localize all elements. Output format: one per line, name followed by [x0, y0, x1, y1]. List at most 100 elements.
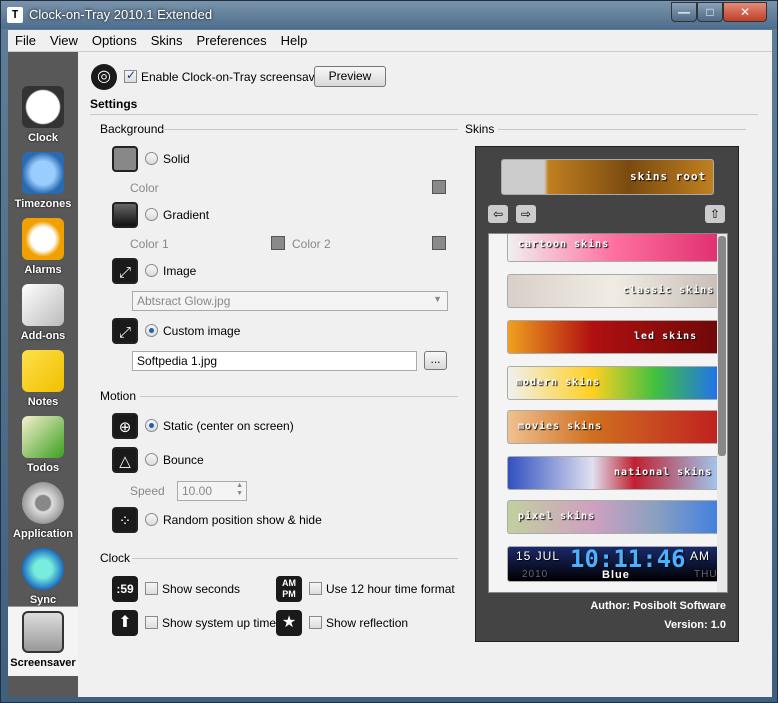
solid-radio[interactable]	[145, 152, 158, 165]
maximize-button[interactable]: □	[697, 2, 723, 22]
custom-image-label: Custom image	[163, 324, 241, 338]
background-heading: Background	[100, 122, 165, 136]
client-area: Clock Timezones Alarms Add-ons Notes Tod…	[8, 52, 772, 697]
color2-label: Color 2	[292, 237, 331, 251]
image-radio[interactable]	[145, 264, 158, 277]
bounce-motion-icon: △	[112, 447, 138, 473]
title-bar[interactable]: T Clock-on-Tray 2010.1 Extended — □ ✕	[1, 1, 777, 29]
sidebar-item-application[interactable]: Application	[8, 478, 78, 544]
forward-arrow-icon[interactable]: ⇨	[516, 205, 536, 223]
home-up-icon[interactable]: ⇧	[705, 205, 725, 223]
solid-label: Solid	[163, 152, 190, 166]
skin-label: modern skins	[516, 377, 601, 388]
menu-options[interactable]: Options	[85, 30, 144, 51]
random-radio[interactable]	[145, 513, 158, 526]
clock-icon	[22, 86, 64, 128]
static-motion-icon: ⊕	[112, 413, 138, 439]
speed-value: 10.00	[182, 484, 213, 498]
globe-icon	[22, 548, 64, 590]
color2-swatch[interactable]	[432, 236, 446, 250]
skins-root-button[interactable]: skins root	[501, 159, 714, 195]
skins-divider	[498, 129, 746, 130]
skins-scrollbar[interactable]	[717, 234, 727, 592]
random-position-icon: ⁘	[112, 507, 138, 533]
sidebar-item-notes[interactable]: Notes	[8, 346, 78, 412]
gear-icon	[22, 482, 64, 524]
sidebar-item-clock[interactable]: Clock	[8, 82, 78, 148]
motion-heading: Motion	[100, 389, 137, 403]
skin-pixel[interactable]: pixel skins	[507, 500, 720, 534]
clock-heading: Clock	[100, 551, 131, 565]
sidebar-item-label: Timezones	[14, 198, 72, 210]
close-button[interactable]: ✕	[723, 2, 767, 22]
twelve-hour-checkbox[interactable]	[309, 582, 322, 595]
color-swatch[interactable]	[432, 180, 446, 194]
skins-list[interactable]: cartoon skins classic skins led skins mo…	[488, 233, 728, 593]
show-reflection-checkbox[interactable]	[309, 616, 322, 629]
gradient-radio[interactable]	[145, 208, 158, 221]
skin-classic[interactable]: classic skins	[507, 274, 720, 308]
sidebar-item-alarms[interactable]: Alarms	[8, 214, 78, 280]
skin-modern[interactable]: modern skins	[507, 366, 720, 400]
menu-skins[interactable]: Skins	[144, 30, 190, 51]
ampm-icon: AM PM	[276, 576, 302, 602]
alarm-clock-icon	[22, 218, 64, 260]
skin-label: pixel skins	[518, 511, 596, 522]
skin-blue-preview[interactable]: 15 JUL 10:11:46 AM 2010 THU Blue	[507, 545, 720, 582]
show-seconds-label: Show seconds	[162, 582, 241, 596]
sidebar-item-label: Notes	[27, 396, 59, 408]
sidebar-item-screensaver[interactable]: Screensaver	[8, 606, 78, 676]
bounce-radio[interactable]	[145, 453, 158, 466]
preview-day: THU	[694, 569, 718, 580]
preview-date: 15 JUL	[516, 549, 561, 563]
sidebar-item-label: Alarms	[24, 264, 62, 276]
menu-help[interactable]: Help	[274, 30, 315, 51]
preview-year: 2010	[522, 569, 549, 580]
seconds-icon: :59	[112, 576, 138, 602]
sidebar-item-add-ons[interactable]: Add-ons	[8, 280, 78, 346]
speed-stepper[interactable]: 10.00 ▲ ▼	[177, 481, 247, 501]
clock-divider	[132, 558, 458, 559]
dice-icon	[22, 284, 64, 326]
skin-movies[interactable]: movies skins	[507, 410, 720, 444]
menu-view[interactable]: View	[43, 30, 85, 51]
sidebar-item-sync[interactable]: Sync	[8, 544, 78, 610]
show-reflection-label: Show reflection	[326, 616, 409, 630]
menu-file[interactable]: File	[8, 30, 43, 51]
color1-swatch[interactable]	[271, 236, 285, 250]
image-select[interactable]: Abtsract Glow.jpg ▼	[132, 291, 448, 311]
custom-image-input[interactable]: Softpedia 1.jpg	[132, 351, 417, 371]
motion-divider	[140, 396, 458, 397]
sticky-note-icon	[22, 350, 64, 392]
image-background-icon: ⤢	[112, 258, 138, 284]
skin-author: Author: Posibolt Software	[590, 600, 726, 612]
browse-button[interactable]: ...	[424, 351, 447, 370]
enable-screensaver-label: Enable Clock-on-Tray screensaver	[141, 70, 326, 84]
app-window: T Clock-on-Tray 2010.1 Extended — □ ✕ Fi…	[0, 0, 778, 703]
static-label: Static (center on screen)	[163, 419, 294, 433]
enable-screensaver-checkbox[interactable]	[124, 68, 137, 83]
back-arrow-icon[interactable]: ⇦	[488, 205, 508, 223]
monitor-icon	[22, 611, 64, 653]
show-seconds-checkbox[interactable]	[145, 582, 158, 595]
menu-preferences[interactable]: Preferences	[190, 30, 274, 51]
sidebar-item-timezones[interactable]: Timezones	[8, 148, 78, 214]
minimize-button[interactable]: —	[671, 2, 697, 22]
bounce-label: Bounce	[163, 453, 204, 467]
preview-skin-name: Blue	[602, 569, 630, 581]
custom-image-radio[interactable]	[145, 324, 158, 337]
skin-led[interactable]: led skins	[507, 320, 720, 354]
settings-heading: Settings	[90, 97, 138, 111]
skin-label: national skins	[614, 467, 713, 478]
scrollbar-thumb[interactable]	[718, 236, 726, 456]
preview-button[interactable]: Preview	[314, 66, 386, 87]
skin-cartoon[interactable]: cartoon skins	[507, 234, 720, 262]
show-uptime-checkbox[interactable]	[145, 616, 158, 629]
skin-national[interactable]: national skins	[507, 456, 720, 490]
spin-arrows-icon[interactable]: ▲ ▼	[236, 482, 243, 498]
sidebar-item-todos[interactable]: Todos	[8, 412, 78, 478]
solid-background-icon	[112, 146, 138, 172]
static-radio[interactable]	[145, 419, 158, 432]
app-icon[interactable]: T	[7, 7, 23, 23]
twelve-hour-label: Use 12 hour time format	[326, 582, 455, 596]
